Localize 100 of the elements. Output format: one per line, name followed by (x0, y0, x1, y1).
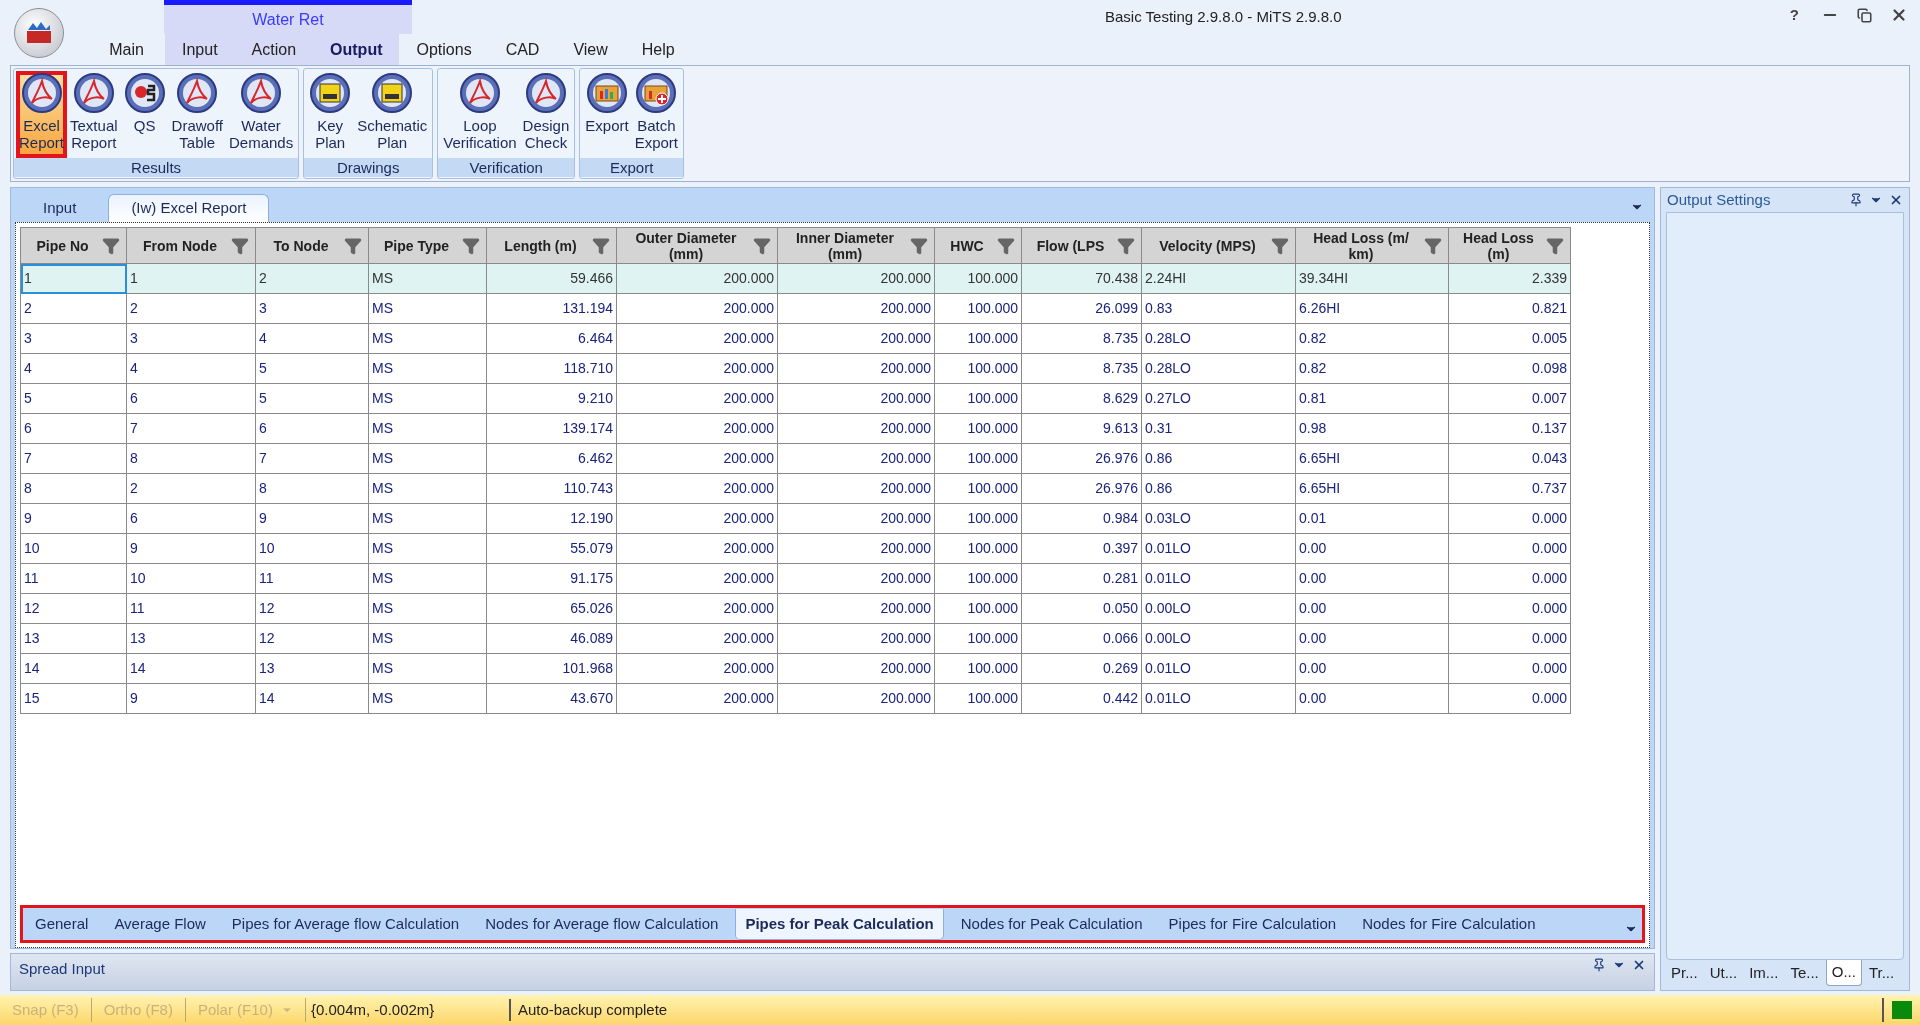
document-tab[interactable]: Input (21, 194, 99, 222)
menu-tab[interactable]: View (556, 34, 625, 65)
table-cell: 0.00LO (1141, 593, 1296, 624)
table-cell: MS (368, 443, 487, 474)
panel-tab[interactable]: Te... (1785, 960, 1824, 986)
table-cell: 200.000 (616, 503, 778, 534)
table-cell: 101.968 (486, 653, 617, 684)
table-cell: 12.190 (486, 503, 617, 534)
table-cell: 3 (255, 293, 369, 324)
panel-tab[interactable]: Ut... (1704, 960, 1743, 986)
filter-icon[interactable] (344, 236, 362, 255)
table-cell: 4 (255, 323, 369, 354)
menu-tab[interactable]: Output (313, 34, 400, 65)
pin-icon[interactable] (1849, 193, 1863, 207)
sheet-tab[interactable]: Nodes for Average flow Calculation (476, 909, 728, 940)
ribbon-button[interactable]: Textual Report (67, 71, 121, 158)
folder-chart-icon (585, 72, 628, 114)
menu-tab[interactable]: Options (399, 34, 489, 65)
menu-tab[interactable]: Action (234, 34, 314, 65)
table-cell: 200.000 (616, 353, 778, 384)
filter-icon[interactable] (753, 236, 771, 255)
table-cell: 0.737 (1448, 473, 1571, 504)
table-cell: 1 (20, 263, 127, 294)
restore-icon[interactable] (1857, 7, 1872, 23)
ribbon-button[interactable]: Water Demands (226, 71, 297, 158)
table-cell: MS (368, 353, 487, 384)
column-header[interactable]: From Node (126, 227, 256, 264)
table-cell: 200.000 (616, 293, 778, 324)
table-cell: MS (368, 653, 487, 684)
filter-icon[interactable] (910, 236, 928, 255)
filter-icon[interactable] (1546, 236, 1564, 255)
table-cell: 2 (20, 293, 127, 324)
table-cell: 0.442 (1021, 683, 1142, 714)
table-cell: 9 (20, 503, 127, 534)
column-header[interactable]: Length (m) (486, 227, 617, 264)
ribbon-button[interactable]: QS (120, 71, 169, 158)
column-header[interactable]: Velocity (MPS) (1141, 227, 1296, 264)
sheet-tab[interactable]: Pipes for Average flow Calculation (222, 909, 469, 940)
sheet-tab[interactable]: Nodes for Fire Calculation (1353, 909, 1545, 940)
filter-icon[interactable] (1424, 236, 1442, 255)
filter-icon[interactable] (1117, 236, 1135, 255)
app-logo-icon[interactable] (14, 8, 64, 58)
column-header[interactable]: Pipe Type (368, 227, 487, 264)
close-icon[interactable] (1889, 193, 1903, 207)
sheet-tab[interactable]: Pipes for Peak Calculation (735, 909, 944, 940)
column-header[interactable]: Inner Diameter (mm) (777, 227, 935, 264)
panel-tab[interactable]: Pr... (1666, 960, 1703, 986)
coordinates-text: {0.004m, -0.002m} (305, 998, 511, 1022)
ribbon-button[interactable]: Schematic Plan (354, 71, 431, 158)
ribbon-button[interactable]: Drawoff Table (168, 71, 226, 158)
pin-icon[interactable] (1592, 958, 1606, 972)
panel-tab[interactable]: O... (1825, 960, 1862, 986)
table-cell: 14 (20, 653, 127, 684)
table-cell: 2 (126, 293, 256, 324)
ribbon-button[interactable]: Batch Export (631, 71, 681, 158)
sheet-tab[interactable]: Nodes for Peak Calculation (951, 909, 1152, 940)
filter-icon[interactable] (1271, 236, 1289, 255)
ribbon-button[interactable]: Loop Verification (440, 71, 520, 158)
table-cell: 8.735 (1021, 323, 1142, 354)
sheet-tab[interactable]: Average Flow (105, 909, 215, 940)
panel-tab[interactable]: Im... (1744, 960, 1784, 986)
column-header[interactable]: Head Loss (m) (1448, 227, 1571, 264)
menu-tab[interactable]: CAD (488, 34, 557, 65)
table-cell: 55.079 (486, 533, 617, 564)
table-cell: 100.000 (934, 593, 1022, 624)
table-cell: 6.65HI (1295, 473, 1449, 504)
table-cell: MS (368, 263, 487, 294)
table-cell: MS (368, 413, 487, 444)
ribbon-button[interactable]: Key Plan (306, 71, 355, 158)
table-cell: 0.00 (1295, 563, 1449, 594)
table-cell: 6.462 (486, 443, 617, 474)
help-button[interactable]: ? (1785, 4, 1803, 27)
filter-icon[interactable] (102, 236, 120, 255)
document-tab[interactable]: (Iw) Excel Report (108, 194, 270, 222)
column-header[interactable]: HWC (934, 227, 1022, 264)
column-header[interactable]: Head Loss (m/ km) (1295, 227, 1449, 264)
table-cell: 200.000 (777, 323, 935, 354)
filter-icon[interactable] (231, 236, 249, 255)
table-cell: 0.82 (1295, 323, 1449, 354)
column-header[interactable]: To Node (255, 227, 369, 264)
column-header[interactable]: Pipe No (20, 227, 127, 264)
panel-tab[interactable]: Tr... (1863, 960, 1900, 986)
ribbon-button[interactable]: Design Check (519, 71, 573, 158)
panel-title: Output Settings (1667, 189, 1771, 210)
filter-icon[interactable] (592, 236, 610, 255)
close-icon[interactable] (1632, 958, 1646, 972)
sheet-tab[interactable]: General (26, 909, 98, 940)
column-header[interactable]: Outer Diameter (mm) (616, 227, 778, 264)
table-cell: 11 (255, 563, 369, 594)
table-cell: MS (368, 593, 487, 624)
sheet-tab[interactable]: Pipes for Fire Calculation (1159, 909, 1346, 940)
filter-icon[interactable] (997, 236, 1015, 255)
menu-tab[interactable]: Main (88, 34, 165, 65)
menu-tab[interactable]: Help (624, 34, 692, 65)
menu-tab[interactable]: Input (165, 34, 235, 65)
ribbon-button[interactable]: Export (582, 71, 632, 158)
filter-icon[interactable] (462, 236, 480, 255)
table-cell: 6 (20, 413, 127, 444)
column-header[interactable]: Flow (LPS (1021, 227, 1142, 264)
table-cell: 13 (255, 653, 369, 684)
